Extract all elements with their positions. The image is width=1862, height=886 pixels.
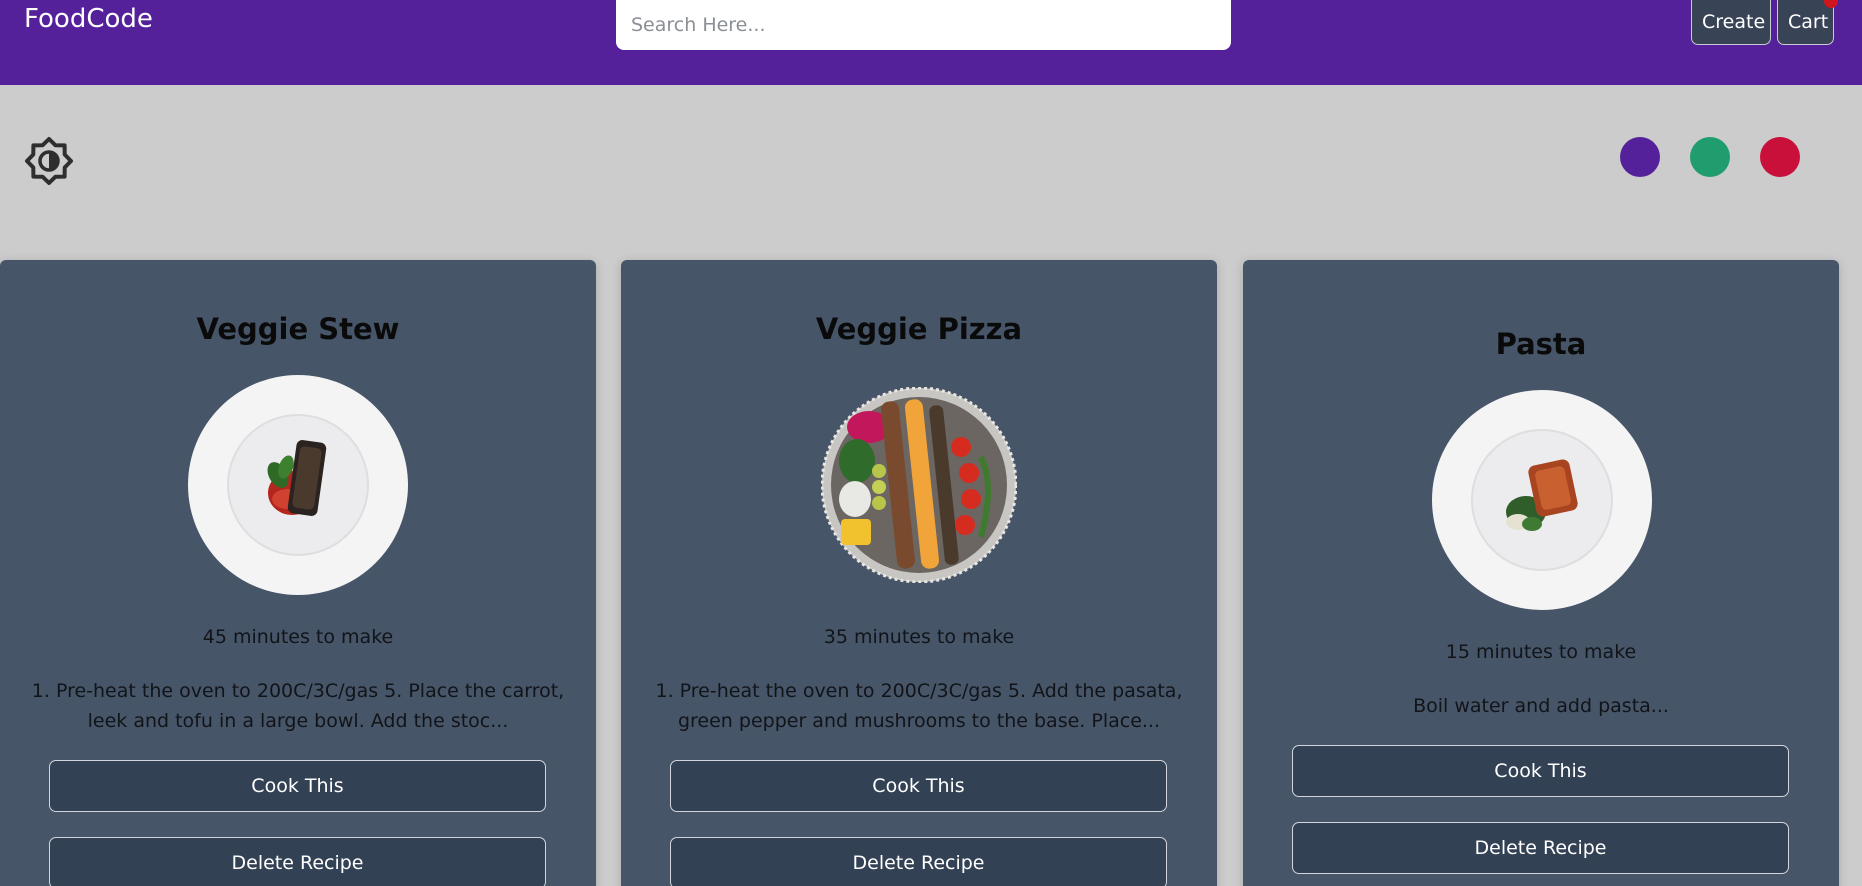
- cook-this-button[interactable]: Cook This: [1292, 745, 1789, 797]
- recipe-card: Veggie Stew 45 minutes to make 1. Pre-he…: [0, 260, 596, 886]
- cart-button[interactable]: Cart: [1777, 0, 1834, 45]
- search-input[interactable]: [616, 0, 1231, 50]
- recipe-time: 15 minutes to make: [1445, 641, 1637, 663]
- recipe-title: Veggie Stew: [196, 312, 400, 346]
- delete-recipe-button[interactable]: Delete Recipe: [1292, 822, 1789, 874]
- recipe-card: Veggie Pizza 35 minutes to make 1. Pre-h…: [621, 260, 1217, 886]
- brightness-icon[interactable]: [24, 136, 74, 186]
- recipe-description: 1. Pre-heat the oven to 200C/3C/gas 5. P…: [31, 680, 565, 732]
- theme-swatch-green[interactable]: [1690, 137, 1730, 177]
- recipe-description: 1. Pre-heat the oven to 200C/3C/gas 5. A…: [655, 680, 1183, 732]
- recipe-description: Boil water and add pasta...: [1413, 695, 1669, 717]
- delete-recipe-button[interactable]: Delete Recipe: [49, 837, 546, 886]
- theme-swatch-red[interactable]: [1760, 137, 1800, 177]
- recipe-time: 45 minutes to make: [202, 626, 394, 648]
- create-button[interactable]: Create: [1691, 0, 1771, 45]
- brand-logo[interactable]: FoodCode: [24, 4, 153, 34]
- cook-this-button[interactable]: Cook This: [49, 760, 546, 812]
- recipe-card: Pasta 15 minutes to make Boil water and …: [1243, 260, 1839, 886]
- cook-this-button[interactable]: Cook This: [670, 760, 1167, 812]
- recipe-title: Veggie Pizza: [815, 312, 1023, 346]
- navbar: FoodCode Create Cart: [0, 0, 1862, 85]
- cart-badge: [1824, 0, 1838, 8]
- kebab-platter-image: [820, 386, 1018, 584]
- recipe-time: 35 minutes to make: [823, 626, 1015, 648]
- delete-recipe-button[interactable]: Delete Recipe: [670, 837, 1167, 886]
- theme-swatch-purple[interactable]: [1620, 137, 1660, 177]
- salmon-greens-plate-image: [1432, 390, 1652, 610]
- recipe-title: Pasta: [1495, 327, 1587, 361]
- salmon-plate-image: [188, 375, 408, 595]
